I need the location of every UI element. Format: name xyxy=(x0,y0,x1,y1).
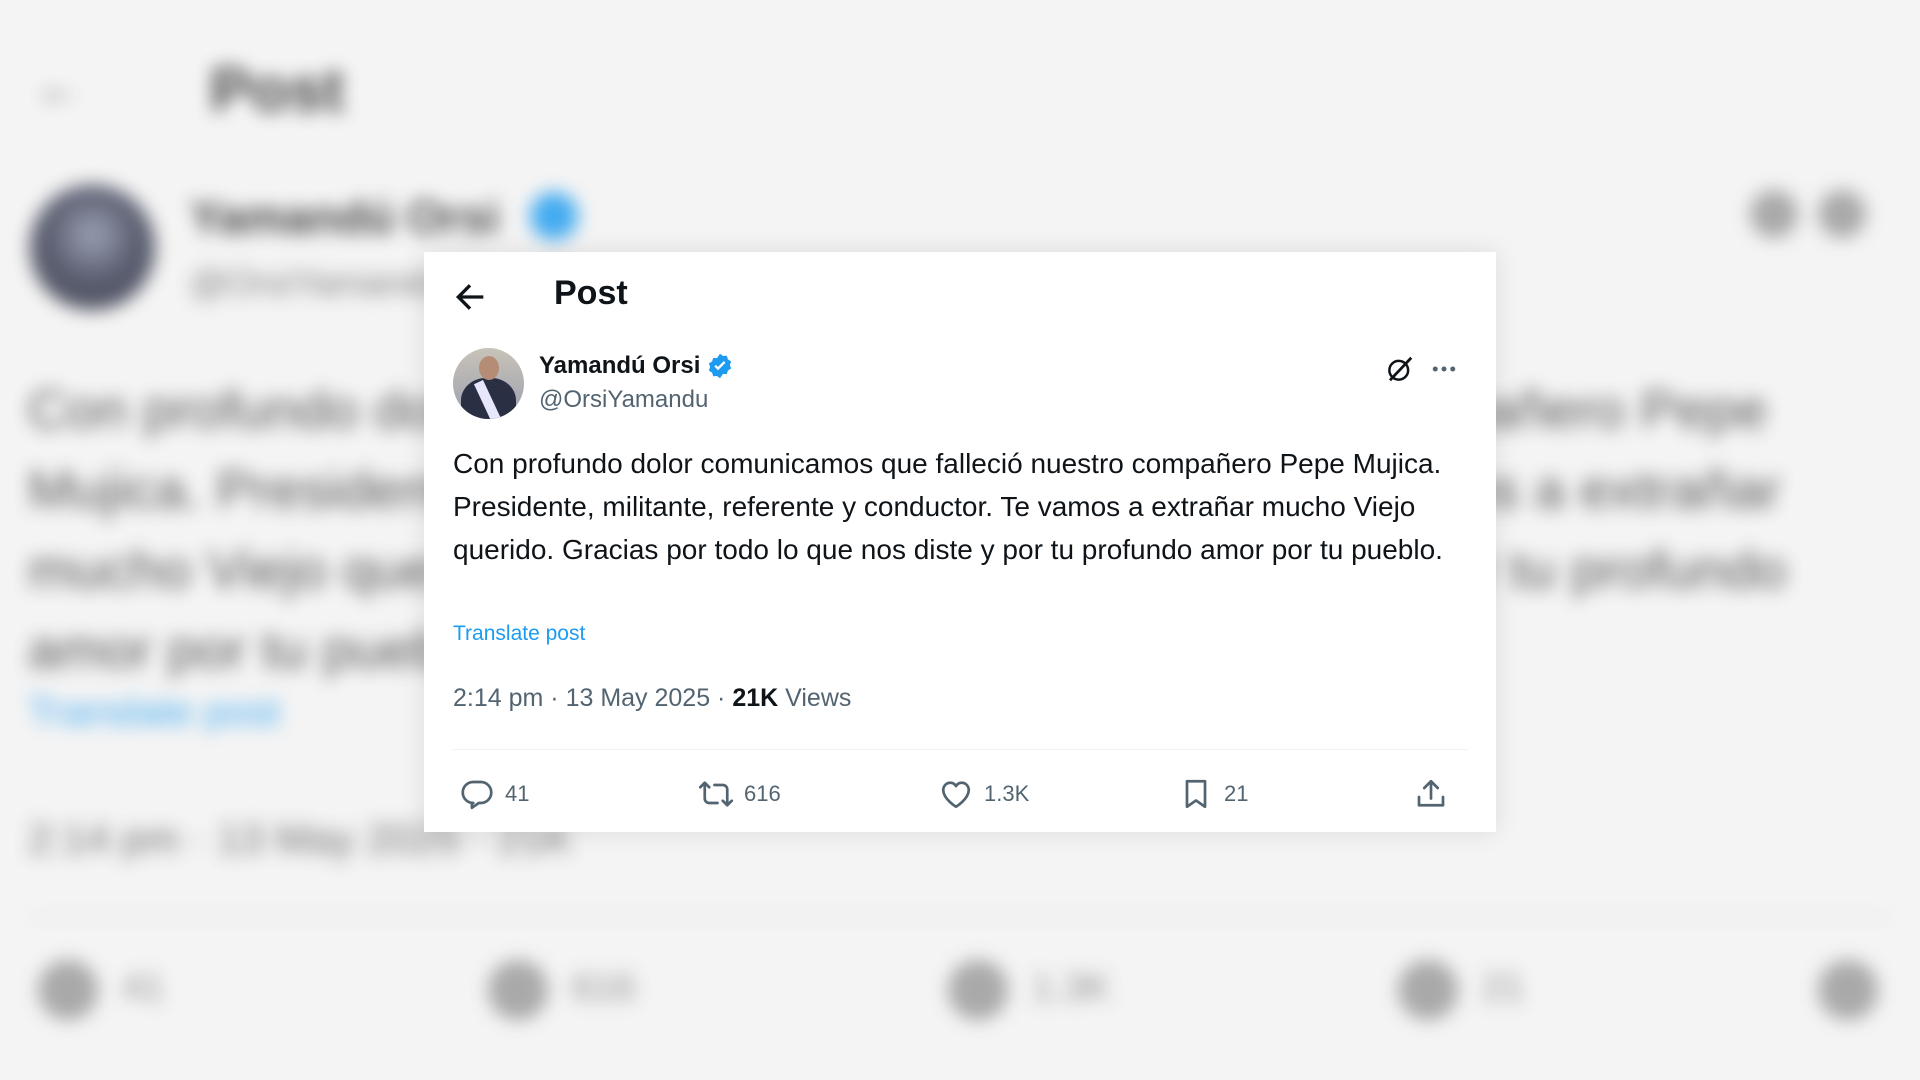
post-card: Post Yamandú Orsi @OrsiYamandu Con profu… xyxy=(424,252,1496,832)
like-count: 1.3K xyxy=(984,781,1030,806)
reply-count: 41 xyxy=(505,781,530,806)
bg-author-handle: @OrsiYamandu xyxy=(190,262,444,303)
repost-button[interactable]: 616 xyxy=(698,774,781,814)
like-button[interactable]: 1.3K xyxy=(938,774,1029,814)
share-icon xyxy=(1417,779,1445,807)
bg-verified-badge-icon xyxy=(530,192,578,240)
bg-page-title: Post xyxy=(210,56,345,125)
post-meta: 2:14 pm · 13 May 2025 · 21K Views xyxy=(453,684,852,712)
bg-translate-link: Translate post xyxy=(28,690,280,734)
author-name[interactable]: Yamandú Orsi xyxy=(539,352,700,380)
translate-post-link[interactable]: Translate post xyxy=(453,622,585,646)
repost-icon xyxy=(698,781,734,807)
bookmark-count: 21 xyxy=(1224,781,1249,806)
bg-action-bar: 41 616 1.3K 21 xyxy=(28,960,1892,1040)
share-button[interactable] xyxy=(1413,774,1449,814)
post-header: Post xyxy=(424,252,1496,332)
post-text: Con profundo dolor comunicamos que falle… xyxy=(453,448,1443,565)
reply-icon xyxy=(461,780,493,810)
like-icon xyxy=(941,781,971,809)
post-date[interactable]: 13 May 2025 xyxy=(566,684,711,712)
bg-time: 2:14 pm xyxy=(28,815,180,862)
bg-author-name: Yamandú Orsi xyxy=(190,191,500,243)
bookmark-button[interactable]: 21 xyxy=(1178,774,1248,814)
grok-icon[interactable] xyxy=(1385,354,1415,384)
page-title: Post xyxy=(554,274,628,312)
divider xyxy=(453,749,1468,750)
author-meta: Yamandú Orsi @OrsiYamandu xyxy=(539,350,734,414)
author-handle[interactable]: @OrsiYamandu xyxy=(539,386,734,414)
back-arrow-icon[interactable] xyxy=(450,277,490,317)
more-icon[interactable] xyxy=(1429,354,1459,384)
post-time[interactable]: 2:14 pm xyxy=(453,684,543,712)
bg-header-icons xyxy=(1730,190,1880,240)
author-row: Yamandú Orsi @OrsiYamandu xyxy=(453,348,1473,428)
avatar[interactable] xyxy=(453,348,524,419)
views-count: 21K xyxy=(732,684,779,712)
repost-count: 616 xyxy=(744,781,781,806)
bg-divider xyxy=(28,915,1892,918)
action-bar: 41 616 1.3K 21 xyxy=(453,770,1468,826)
verified-badge-icon xyxy=(709,353,732,379)
bg-back-arrow-icon: ← xyxy=(35,61,81,113)
bg-avatar xyxy=(30,185,155,310)
reply-button[interactable]: 41 xyxy=(459,774,529,814)
views-label: Views xyxy=(785,684,852,712)
bookmark-icon xyxy=(1185,779,1207,809)
